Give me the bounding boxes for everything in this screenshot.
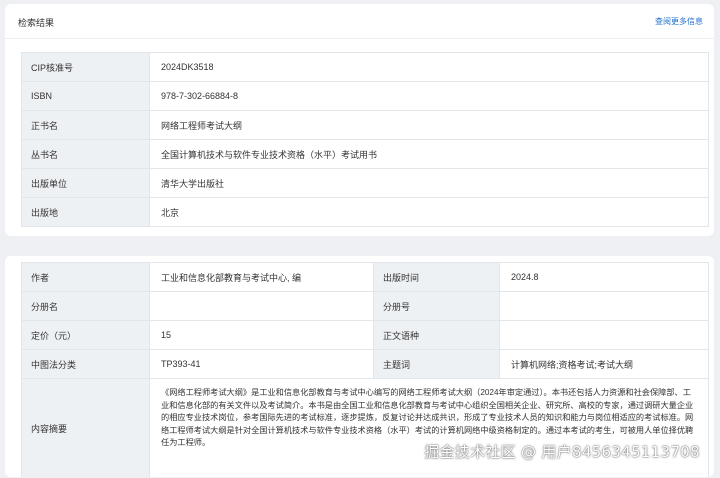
author-label: 作者 [21, 262, 150, 292]
table-row: 正书名 网络工程师考试大纲 [21, 110, 709, 140]
volume-name-label: 分册名 [21, 291, 150, 321]
clc-label: 中图法分类 [21, 349, 150, 379]
field-value: 清华大学出版社 [149, 168, 709, 198]
price-value: 15 [149, 320, 374, 350]
subject-label: 主题词 [373, 349, 500, 379]
table-row: 中图法分类 TP393-41 主题词 计算机网络;资格考试;考试大纲 [21, 349, 709, 379]
author-value: 工业和信息化部教育与考试中心, 编 [149, 262, 374, 292]
table-row: 分册名 分册号 [21, 291, 709, 321]
field-label: 出版单位 [21, 168, 150, 198]
abstract-value: 《网络工程师考试大纲》是工业和信息化部教育与考试中心编写的网络工程师考试大纲（2… [149, 378, 709, 477]
field-label: 正书名 [21, 110, 150, 140]
price-label: 定价（元） [21, 320, 150, 350]
more-info-link[interactable]: 查阅更多信息 [655, 16, 703, 27]
language-label: 正文语种 [373, 320, 500, 350]
volume-number-value [499, 291, 709, 321]
detail-info-card: 作者 工业和信息化部教育与考试中心, 编 出版时间 2024.8 分册名 分册号… [5, 256, 714, 477]
table-row: 出版单位 清华大学出版社 [21, 168, 709, 198]
field-label: CIP核准号 [21, 52, 150, 82]
card-header: 检索结果 查阅更多信息 [5, 4, 714, 39]
basic-info-table: CIP核准号 2024DK3518 ISBN 978-7-302-66884-8 正书名… [21, 52, 709, 227]
table-row: CIP核准号 2024DK3518 [21, 52, 709, 82]
field-label: 出版地 [21, 197, 150, 227]
abstract-label: 内容摘要 [21, 378, 150, 477]
table-row: 丛书名 全国计算机技术与软件专业技术资格（水平）考试用书 [21, 139, 709, 169]
pubtime-value: 2024.8 [499, 262, 709, 292]
volume-number-label: 分册号 [373, 291, 500, 321]
language-value [499, 320, 709, 350]
field-value: 全国计算机技术与软件专业技术资格（水平）考试用书 [149, 139, 709, 169]
table-row: 内容摘要 《网络工程师考试大纲》是工业和信息化部教育与考试中心编写的网络工程师考… [21, 378, 709, 477]
table-row: ISBN 978-7-302-66884-8 [21, 81, 709, 111]
field-value: 网络工程师考试大纲 [149, 110, 709, 140]
field-label: 丛书名 [21, 139, 150, 169]
clc-value: TP393-41 [149, 349, 374, 379]
field-value: 978-7-302-66884-8 [149, 81, 709, 111]
subject-value: 计算机网络;资格考试;考试大纲 [499, 349, 709, 379]
table-row: 定价（元） 15 正文语种 [21, 320, 709, 350]
table-row: 出版地 北京 [21, 197, 709, 227]
pubtime-label: 出版时间 [373, 262, 500, 292]
search-result-card: 检索结果 查阅更多信息 CIP核准号 2024DK3518 ISBN 978-7-30… [5, 4, 714, 236]
card-title: 检索结果 [18, 18, 55, 28]
volume-name-value [149, 291, 374, 321]
field-value: 2024DK3518 [149, 52, 709, 82]
field-label: ISBN [21, 81, 150, 111]
table-row: 作者 工业和信息化部教育与考试中心, 编 出版时间 2024.8 [21, 262, 709, 292]
watermark: 掘金技术社区 @ 用户8456345113708 [424, 443, 700, 461]
field-value: 北京 [149, 197, 709, 227]
